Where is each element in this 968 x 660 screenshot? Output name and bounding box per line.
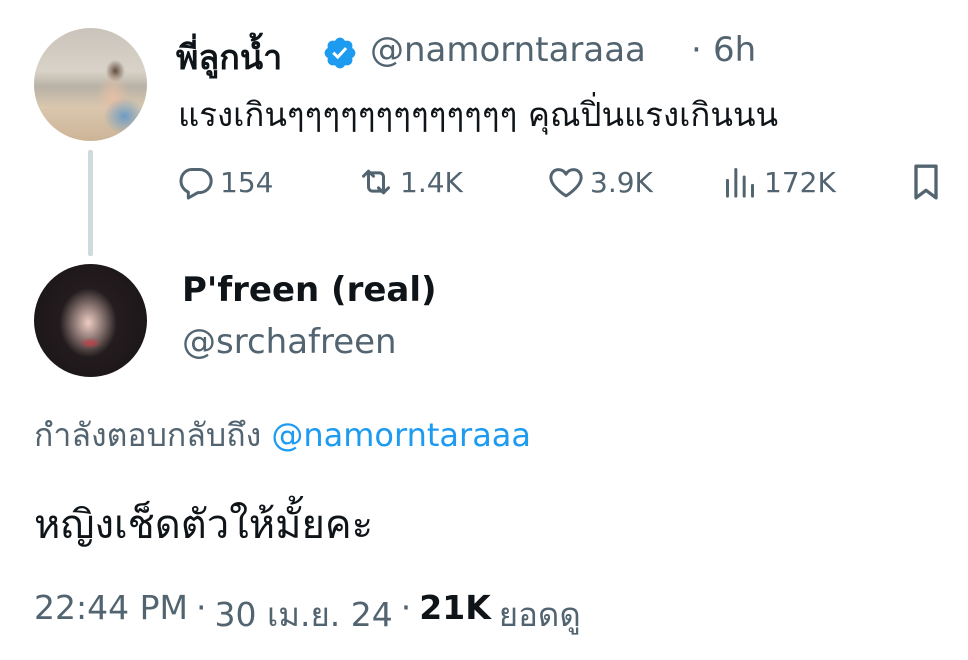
tweet-time[interactable]: 22:44 PM <box>34 588 188 641</box>
verified-badge-icon <box>324 37 356 69</box>
speech-bubble-icon <box>179 168 213 200</box>
views-count: 172K <box>764 165 836 199</box>
tweet-date[interactable]: 30 เม.ย. 24 <box>214 588 392 641</box>
meta-separator-1: · <box>195 588 207 627</box>
original-tweet-handle[interactable]: @namorntaraaa <box>370 30 646 70</box>
like-count: 3.9K <box>590 165 653 199</box>
avatar-srchafreen[interactable] <box>34 264 147 377</box>
avatar-namorntaraaa[interactable] <box>34 28 147 141</box>
handle-time-separator: · <box>691 30 702 70</box>
retweet-icon <box>362 169 390 195</box>
tweet-meta-line: 22:44 PM · 30 เม.ย. 24 · 21K ยอดดู <box>34 588 581 641</box>
meta-separator-2: · <box>400 588 412 627</box>
reply-count: 154 <box>220 165 274 199</box>
thread-connector-line <box>88 150 93 256</box>
views-button[interactable]: 172K <box>720 160 836 204</box>
reply-tweet-text: หญิงเช็ดตัวให้มั้ยคะ <box>34 502 374 548</box>
tweet-views-label: ยอดดู <box>498 595 581 634</box>
replying-to-mention-link[interactable]: @namorntaraaa <box>271 416 531 454</box>
original-tweet-time[interactable]: 6h <box>713 30 756 70</box>
bar-chart-icon <box>726 168 754 198</box>
replying-to-label: กำลังตอบกลับถึง <box>34 416 262 454</box>
tweet-views-count[interactable]: 21K <box>419 588 491 641</box>
reply-tweet-display-name[interactable]: P'freen (real) <box>182 270 437 310</box>
reply-button[interactable]: 154 <box>176 160 273 204</box>
bookmark-icon[interactable] <box>906 160 946 204</box>
retweet-count: 1.4K <box>400 165 463 199</box>
replying-to-line: กำลังตอบกลับถึง @namorntaraaa <box>34 410 531 461</box>
original-tweet-display-name[interactable]: พี่ลูกน้ำ <box>176 30 282 84</box>
retweet-button[interactable]: 1.4K <box>356 160 463 204</box>
like-button[interactable]: 3.9K <box>546 160 653 204</box>
reply-tweet-handle[interactable]: @srchafreen <box>182 322 397 362</box>
heart-icon <box>549 168 583 198</box>
original-tweet-text: แรงเกินๆๆๆๆๆๆๆๆๆๆๆๆๆ คุณปิ่นแรงเกินนน <box>178 95 779 134</box>
